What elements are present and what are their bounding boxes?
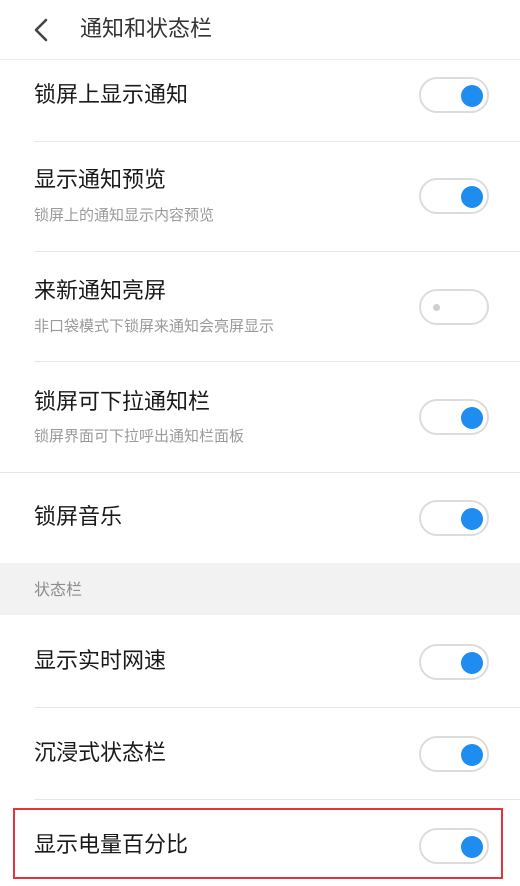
notification-preview-toggle[interactable] bbox=[419, 178, 489, 214]
section-label: 状态栏 bbox=[34, 580, 83, 599]
row-title: 锁屏可下拉通知栏 bbox=[34, 390, 211, 415]
chevron-left-icon bbox=[34, 18, 48, 42]
lockscreen-music-toggle[interactable] bbox=[419, 500, 489, 536]
toggle-knob bbox=[461, 836, 483, 858]
setting-row-wake-on-notification[interactable]: 来新通知亮屏 非口袋模式下锁屏来通知会亮屏显示 bbox=[0, 252, 520, 362]
row-title: 显示实时网速 bbox=[34, 649, 167, 674]
row-title: 沉浸式状态栏 bbox=[34, 741, 167, 766]
setting-row-lockscreen-music[interactable]: 锁屏音乐 bbox=[0, 472, 520, 563]
row-title: 显示通知预览 bbox=[34, 168, 167, 193]
row-title: 来新通知亮屏 bbox=[34, 279, 167, 304]
setting-row-lockscreen-pulldown[interactable]: 锁屏可下拉通知栏 锁屏界面可下拉呼出通知栏面板 bbox=[0, 362, 520, 472]
toggle-knob bbox=[461, 652, 483, 674]
row-subtitle: 非口袋模式下锁屏来通知会亮屏显示 bbox=[34, 317, 275, 335]
toggle-knob bbox=[461, 186, 483, 208]
toggle-knob bbox=[461, 508, 483, 530]
toggle-knob bbox=[461, 744, 483, 766]
row-title: 锁屏音乐 bbox=[34, 505, 123, 530]
realtime-network-speed-toggle[interactable] bbox=[419, 644, 489, 680]
row-title: 锁屏上显示通知 bbox=[34, 83, 189, 108]
setting-row-battery-percentage[interactable]: 显示电量百分比 bbox=[0, 800, 520, 886]
page-title: 通知和状态栏 bbox=[80, 17, 213, 42]
toggle-knob bbox=[461, 85, 483, 107]
toggle-knob bbox=[461, 407, 483, 429]
row-title: 显示电量百分比 bbox=[34, 833, 189, 858]
wake-on-notification-toggle[interactable] bbox=[419, 289, 489, 325]
setting-row-immersive-status-bar[interactable]: 沉浸式状态栏 bbox=[0, 708, 520, 800]
row-subtitle: 锁屏上的通知显示内容预览 bbox=[34, 206, 215, 224]
back-button[interactable] bbox=[22, 10, 62, 50]
row-subtitle: 锁屏界面可下拉呼出通知栏面板 bbox=[34, 427, 245, 445]
battery-percentage-toggle[interactable] bbox=[419, 828, 489, 864]
section-header-status-bar: 状态栏 bbox=[0, 563, 520, 615]
setting-row-lockscreen-notifications[interactable]: 锁屏上显示通知 bbox=[0, 60, 520, 142]
setting-row-realtime-network-speed[interactable]: 显示实时网速 bbox=[0, 615, 520, 708]
app-header: 通知和状态栏 bbox=[0, 0, 520, 60]
lockscreen-pulldown-toggle[interactable] bbox=[419, 399, 489, 435]
lockscreen-notifications-toggle[interactable] bbox=[419, 77, 489, 113]
setting-row-notification-preview[interactable]: 显示通知预览 锁屏上的通知显示内容预览 bbox=[0, 142, 520, 252]
toggle-knob bbox=[433, 304, 440, 311]
immersive-status-bar-toggle[interactable] bbox=[419, 736, 489, 772]
